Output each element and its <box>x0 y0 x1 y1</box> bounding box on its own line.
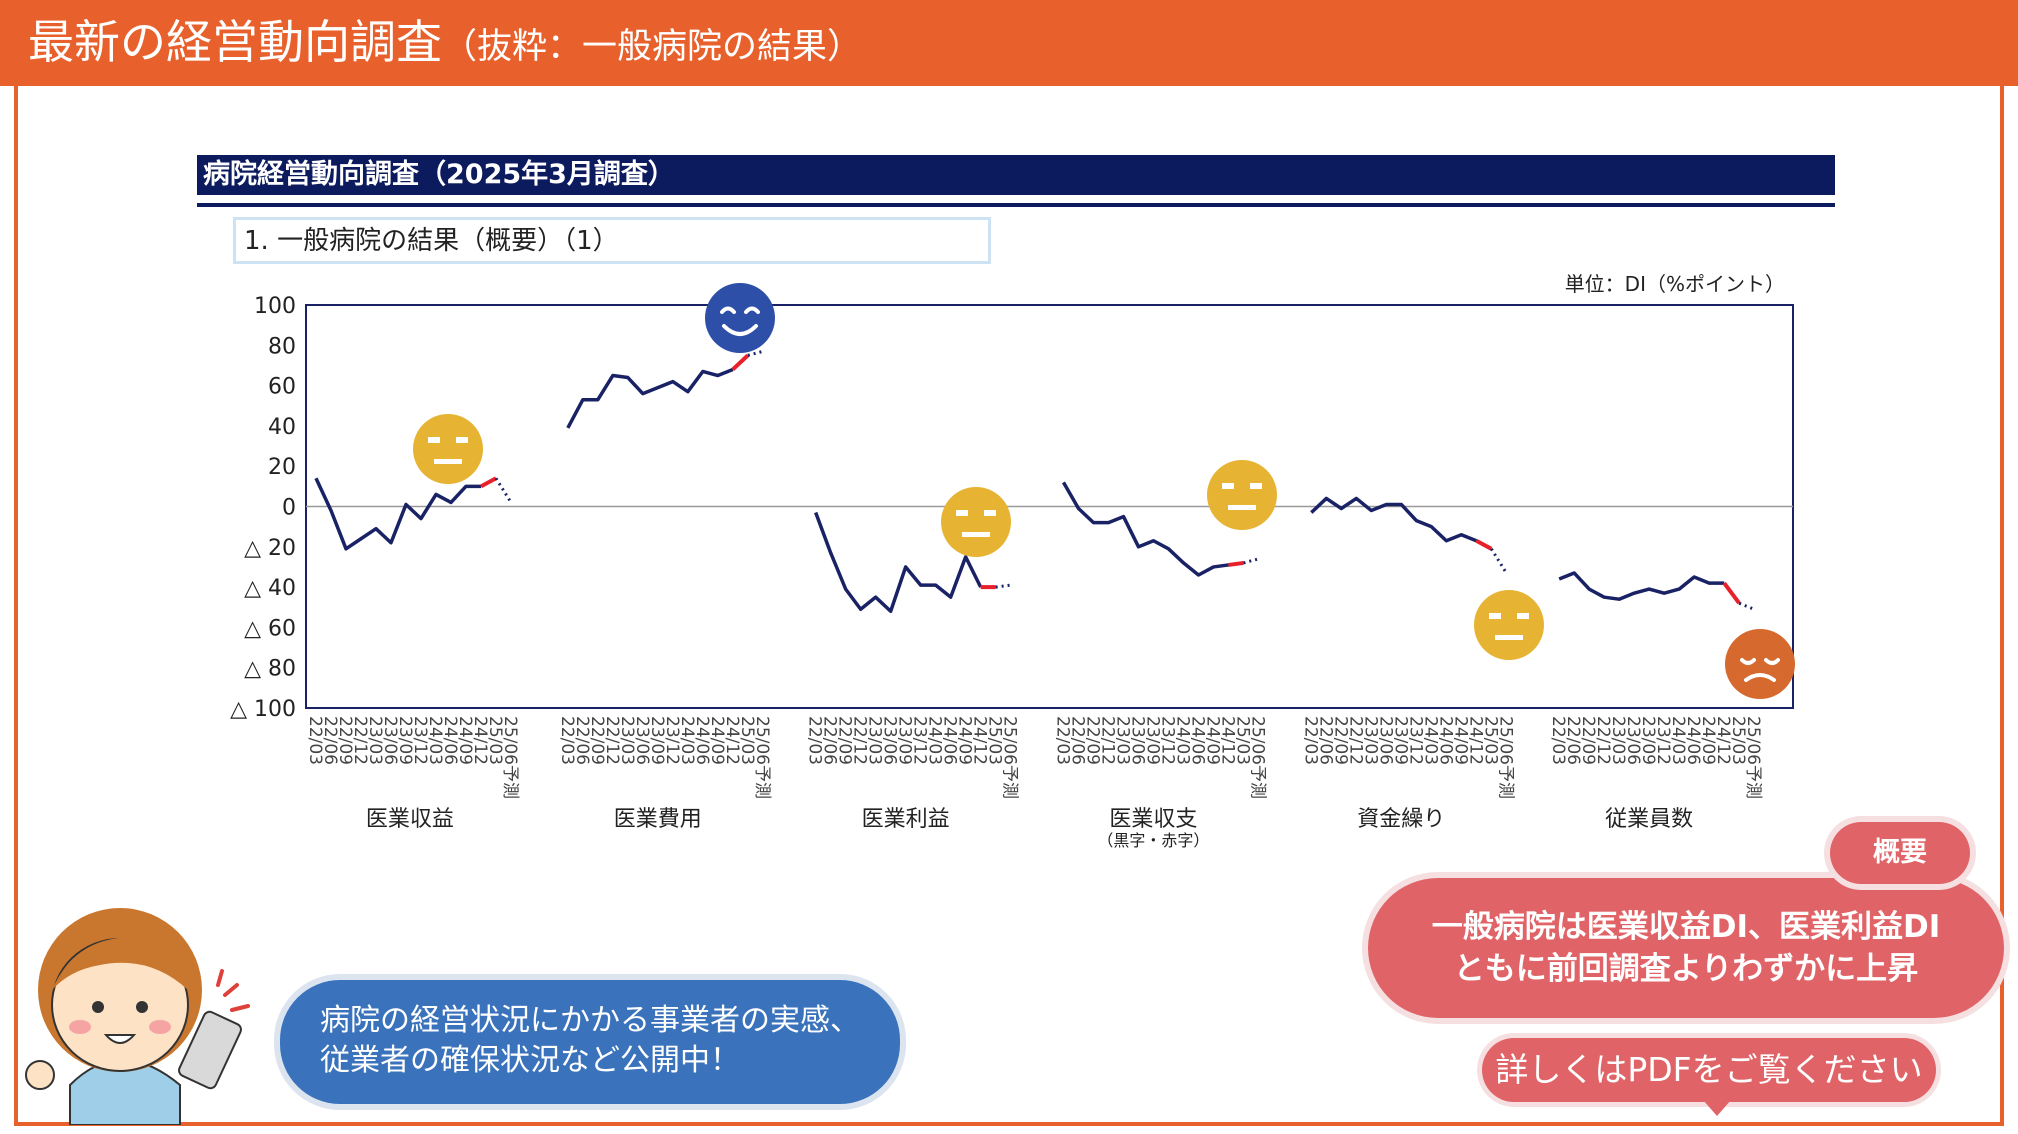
y-tick-label: 40 <box>268 415 296 440</box>
y-tick-label: △ 100 <box>230 697 296 722</box>
face-circle <box>705 283 775 353</box>
face-circle <box>413 414 483 484</box>
group-label: 従業員数 <box>1605 807 1693 832</box>
x-tick-label: 25/06予測 <box>1248 716 1268 799</box>
summary-line-1: 一般病院は医業収益DI、医業利益DI <box>1431 909 1941 945</box>
pdf-link-button[interactable]: 詳しくはPDFをご覧ください <box>1482 1038 1936 1102</box>
nurse-character <box>25 908 250 1125</box>
face-eye-left <box>428 437 440 443</box>
face-circle <box>1474 590 1544 660</box>
speech-line-2: 従業者の確保状況など公開中！ <box>320 1043 740 1078</box>
face-mouth <box>434 459 462 464</box>
forecast-segment-5 <box>1738 601 1755 611</box>
face-eye-left <box>1222 483 1234 489</box>
x-tick-label: 25/06予測 <box>1000 716 1020 799</box>
face-happy-icon <box>705 283 775 353</box>
summary-badge: 概要 <box>1830 822 1970 884</box>
y-tick-label: 60 <box>268 375 296 400</box>
summary-line-2: ともに前回調査よりわずかに上昇 <box>1453 951 1919 987</box>
latest-change-segment-1 <box>731 353 750 371</box>
face-eye-left <box>956 510 968 516</box>
forecast-segment-4 <box>1490 548 1508 574</box>
face-circle <box>1725 629 1795 699</box>
face-circle <box>941 487 1011 557</box>
forecast-segment-2 <box>995 583 1011 589</box>
latest-change-segment-4 <box>1475 538 1493 551</box>
series-line-4 <box>1310 496 1477 543</box>
group-label: 医業利益 <box>862 807 950 832</box>
face-sad-icon <box>1725 629 1795 699</box>
forecast-segment-1 <box>747 349 764 357</box>
latest-change-segment-5 <box>1722 581 1741 605</box>
y-tick-label: △ 40 <box>244 576 296 601</box>
group-label: 医業収益 <box>366 807 454 832</box>
latest-change-segment-3 <box>1228 560 1244 567</box>
face-mouth <box>1495 635 1523 640</box>
x-tick-label: 25/06予測 <box>1743 716 1763 799</box>
group-label: 医業費用 <box>614 807 702 832</box>
face-eye-left <box>1489 613 1501 619</box>
y-tick-label: 80 <box>268 334 296 359</box>
group-label: 資金繰り <box>1357 807 1445 832</box>
group-sublabel: （黒字・赤字） <box>1097 831 1209 850</box>
face-circle <box>1207 460 1277 530</box>
y-tick-label: 100 <box>254 294 296 319</box>
series-line-3 <box>1061 481 1229 577</box>
x-tick-label: 25/06予測 <box>500 716 520 799</box>
y-tick-label: △ 80 <box>244 657 296 682</box>
y-tick-label: 0 <box>282 496 296 521</box>
series-line-0 <box>314 477 481 551</box>
forecast-segment-3 <box>1243 557 1259 565</box>
y-tick-label: △ 20 <box>244 536 296 561</box>
x-tick-label: 25/06予測 <box>752 716 772 799</box>
face-eye-right <box>984 510 996 516</box>
face-neutral-icon <box>1474 590 1544 660</box>
face-eye-right <box>1517 613 1529 619</box>
speech-line-1: 病院の経営状況にかかる事業者の実感、 <box>320 1003 860 1038</box>
face-mouth <box>1228 505 1256 510</box>
info-speech-bubble: 病院の経営状況にかかる事業者の実感、 従業者の確保状況など公開中！ <box>280 980 900 1104</box>
face-eye-right <box>1250 483 1262 489</box>
face-neutral-icon <box>413 414 483 484</box>
latest-change-segment-0 <box>480 476 497 489</box>
face-eye-right <box>456 437 468 443</box>
pdf-button-pointer <box>1703 1100 1731 1116</box>
face-mouth <box>962 532 990 537</box>
series-line-1 <box>566 367 734 429</box>
y-tick-label: △ 60 <box>244 616 296 641</box>
series-line-5 <box>1558 571 1725 601</box>
group-label: 医業収支 <box>1109 807 1197 832</box>
face-neutral-icon <box>941 487 1011 557</box>
x-tick-label: 25/06予測 <box>1495 716 1515 799</box>
unit-label: 単位：DI（%ポイント） <box>1565 272 1785 296</box>
forecast-segment-0 <box>494 477 513 504</box>
y-tick-label: 20 <box>268 455 296 480</box>
summary-bubble: 一般病院は医業収益DI、医業利益DI ともに前回調査よりわずかに上昇 <box>1368 878 2004 1018</box>
face-neutral-icon <box>1207 460 1277 530</box>
